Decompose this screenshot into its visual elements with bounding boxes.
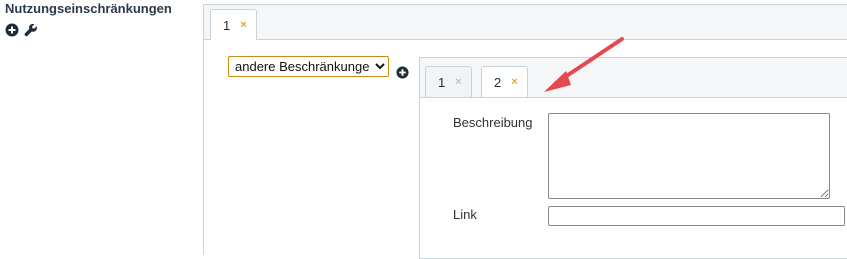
outer-tab-bar: 1 × [204, 5, 847, 40]
inner-tab-bar: 1 × 2 × [420, 58, 847, 98]
restriction-type-select[interactable]: andere Beschränkungen [228, 56, 389, 77]
inner-tab-1[interactable]: 1 × [425, 66, 472, 97]
description-field[interactable] [548, 113, 830, 199]
wrench-icon[interactable] [24, 23, 38, 37]
tab-label: 1 [438, 74, 446, 90]
link-field[interactable] [548, 206, 845, 226]
section-toolbar [5, 23, 38, 37]
close-icon[interactable]: × [511, 76, 517, 88]
plus-circle-icon[interactable] [5, 23, 19, 37]
section-title: Nutzungseinschränkungen [5, 1, 172, 16]
description-label: Beschreibung [453, 115, 533, 130]
close-icon[interactable]: × [240, 19, 246, 31]
inner-tab-2[interactable]: 2 × [481, 66, 528, 97]
tab-1[interactable]: 1 × [210, 9, 257, 40]
close-icon[interactable]: × [455, 76, 461, 88]
link-label: Link [453, 207, 477, 222]
tab-label: 2 [494, 74, 502, 90]
plus-circle-icon[interactable] [396, 66, 409, 79]
tab-label: 1 [223, 17, 231, 33]
